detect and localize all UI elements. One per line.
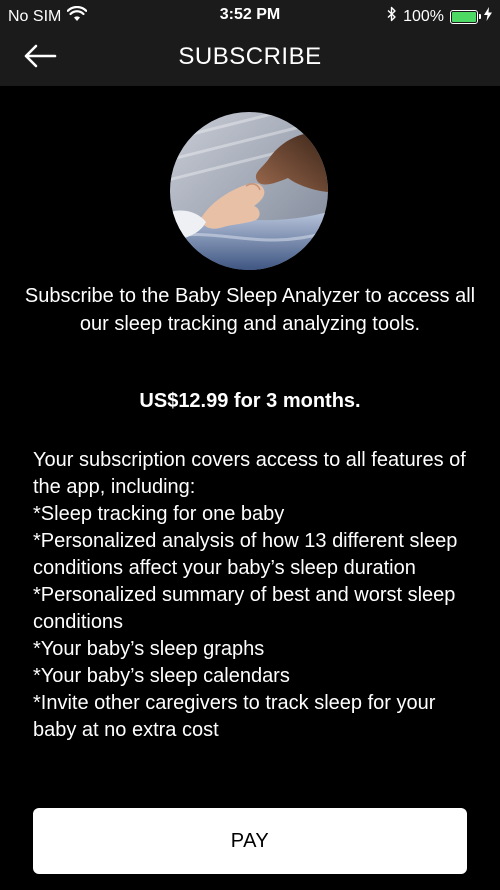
list-item: *Sleep tracking for one baby xyxy=(33,503,285,525)
page-title: SUBSCRIBE xyxy=(178,43,322,70)
list-item: *Personalized analysis of how 13 differe… xyxy=(33,530,458,579)
charging-bolt-icon xyxy=(484,7,492,26)
list-item: *Invite other caregivers to track sleep … xyxy=(33,692,436,741)
status-right: 100% xyxy=(387,6,492,27)
price-text: US$12.99 for 3 months. xyxy=(139,390,361,412)
baby-hand-photo xyxy=(170,112,328,270)
bluetooth-icon xyxy=(387,6,397,27)
battery-cap xyxy=(479,13,481,19)
status-bar: No SIM 3:52 PM 100% xyxy=(0,0,500,30)
list-item: *Your baby’s sleep graphs xyxy=(33,638,265,660)
list-item: *Your baby’s sleep calendars xyxy=(33,665,290,687)
pay-button[interactable]: PAY xyxy=(33,808,467,874)
battery-percent: 100% xyxy=(403,7,444,25)
list-item: *Personalized summary of best and worst … xyxy=(33,584,456,633)
intro-text: Subscribe to the Baby Sleep Analyzer to … xyxy=(24,285,476,335)
feature-intro: Your subscription covers access to all f… xyxy=(33,449,466,498)
battery-icon xyxy=(450,9,481,24)
battery-fill xyxy=(452,11,476,22)
nav-bar: SUBSCRIBE xyxy=(0,30,500,86)
feature-list: Your subscription covers access to all f… xyxy=(33,447,473,744)
